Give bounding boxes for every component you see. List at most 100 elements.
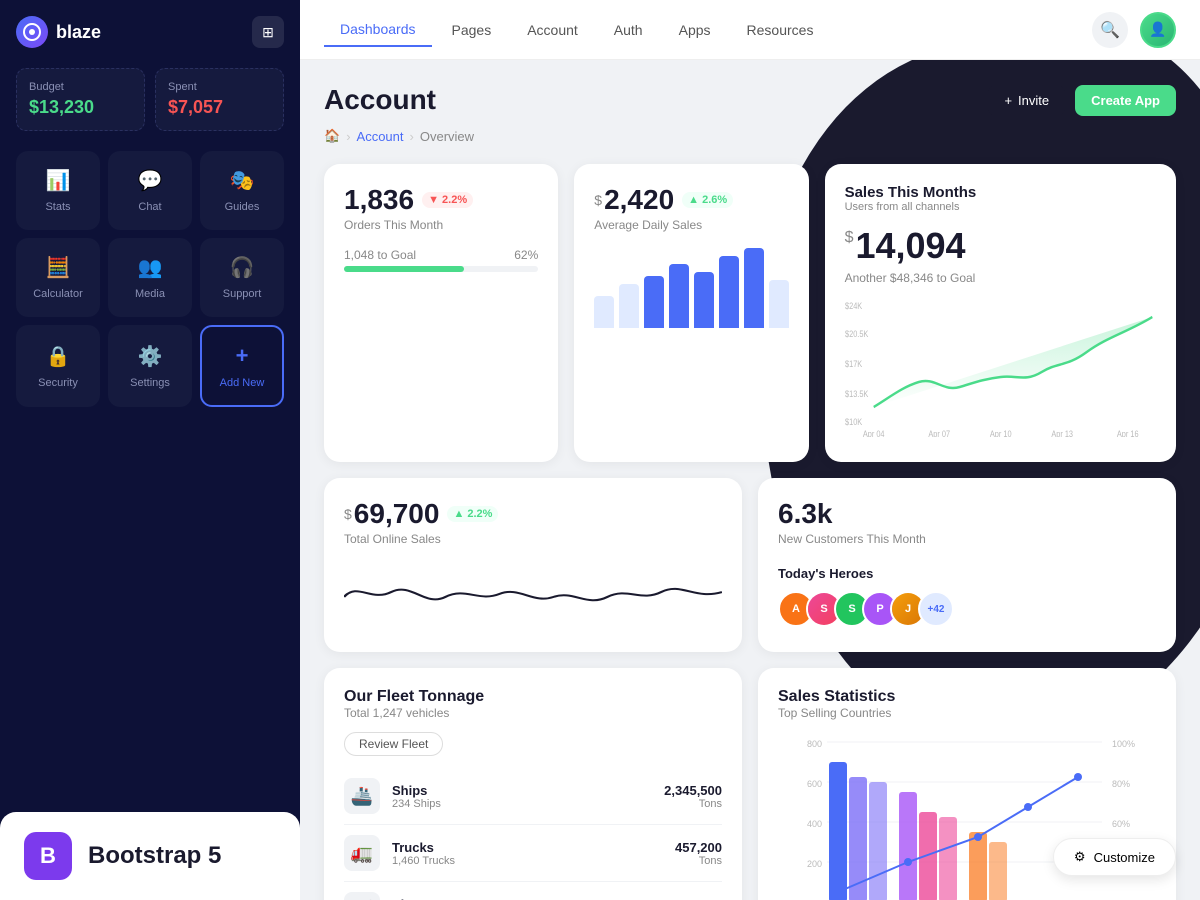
- ships-icon: 🚢: [344, 778, 380, 814]
- sales-goal-text: Another $48,346 to Goal: [845, 271, 1156, 285]
- bar-5: [694, 272, 714, 328]
- search-button[interactable]: 🔍: [1092, 12, 1128, 48]
- spent-amount: $7,057: [168, 97, 271, 118]
- invite-plus-icon: +: [1004, 93, 1012, 108]
- topnav-auth[interactable]: Auth: [598, 14, 659, 46]
- svg-text:80%: 80%: [1112, 779, 1130, 789]
- topnav-resources[interactable]: Resources: [731, 14, 830, 46]
- sidebar-item-calculator[interactable]: 🧮 Calculator: [16, 238, 100, 317]
- media-icon: 👥: [138, 255, 163, 280]
- fleet-row-ships: 🚢 Ships 234 Ships 2,345,500 Tons: [344, 768, 722, 825]
- bar-6: [719, 256, 739, 328]
- daily-sales-number: 2,420: [604, 184, 674, 216]
- budget-row: Budget $13,230 Spent $7,057: [16, 68, 284, 131]
- sidebar-item-settings[interactable]: ⚙️ Settings: [108, 325, 192, 407]
- customize-icon: ⚙: [1074, 849, 1086, 865]
- bar-3: [644, 276, 664, 328]
- spent-card: Spent $7,057: [155, 68, 284, 131]
- sidebar-item-chat[interactable]: 💬 Chat: [108, 151, 192, 230]
- sidebar-item-add-new[interactable]: + Add New: [200, 325, 284, 407]
- planes-icon: ✈️: [344, 892, 380, 900]
- progress-pct: 62%: [514, 248, 538, 262]
- heroes-title: Today's Heroes: [778, 566, 1156, 581]
- fleet-sub: Total 1,247 vehicles: [344, 706, 722, 720]
- online-sales-label: Total Online Sales: [344, 532, 722, 546]
- nav-grid: 📊 Stats 💬 Chat 🎭 Guides 🧮 Calculator 👥 M…: [16, 151, 284, 407]
- fleet-amount-ships: 2,345,500: [664, 783, 722, 798]
- orders-label: Orders This Month: [344, 218, 538, 232]
- sales-big-num: 14,094: [855, 225, 965, 267]
- svg-text:$13.5K: $13.5K: [845, 389, 869, 399]
- fleet-row-trucks: 🚛 Trucks 1,460 Trucks 457,200 Tons: [344, 825, 722, 882]
- daily-sales-badge: ▲ 2.6%: [682, 192, 733, 208]
- bootstrap-text: Bootstrap 5: [88, 842, 221, 870]
- sales-month-card: Sales This Months Users from all channel…: [825, 164, 1176, 462]
- chat-icon: 💬: [138, 168, 163, 193]
- svg-text:$20.5K: $20.5K: [845, 329, 869, 339]
- fleet-amount-trucks: 457,200: [675, 840, 722, 855]
- sales-month-sub: Users from all channels: [845, 201, 1156, 213]
- topnav-dashboards[interactable]: Dashboards: [324, 13, 432, 47]
- sales-dollar: $: [845, 229, 854, 247]
- bootstrap-badge: B Bootstrap 5: [0, 812, 300, 900]
- sidebar-item-media[interactable]: 👥 Media: [108, 238, 192, 317]
- sales-stats-sub: Top Selling Countries: [778, 706, 1156, 720]
- stats-icon: 📊: [46, 168, 71, 193]
- review-fleet-button[interactable]: Review Fleet: [344, 732, 443, 756]
- orders-badge: ▼ 2.2%: [422, 192, 473, 208]
- bar-8: [769, 280, 789, 328]
- second-stats-grid: $ 69,700 ▲ 2.2% Total Online Sales: [324, 478, 1176, 652]
- svg-text:Apr 04: Apr 04: [862, 429, 884, 437]
- svg-text:800: 800: [807, 739, 822, 749]
- progress-bar-fill: [344, 266, 464, 272]
- support-icon: 🎧: [230, 255, 255, 280]
- fleet-row-planes: ✈️ Planes 8 Aircrafts 1,240 Tons: [344, 882, 722, 900]
- online-sales-badge: ▲ 2.2%: [447, 506, 498, 522]
- sales-month-title: Sales This Months: [845, 184, 1156, 201]
- breadcrumb-overview: Overview: [420, 129, 474, 144]
- invite-button[interactable]: + Invite: [988, 85, 1065, 116]
- bar-1: [594, 296, 614, 328]
- online-sales-number: 69,700: [354, 498, 440, 530]
- fleet-amount-planes: 1,240: [689, 897, 722, 900]
- svg-text:Apr 13: Apr 13: [1051, 429, 1073, 437]
- guides-icon: 🎭: [230, 168, 255, 193]
- customize-button[interactable]: ⚙ Customize: [1053, 838, 1176, 876]
- topnav-account[interactable]: Account: [511, 14, 594, 46]
- main-area: Dashboards Pages Account Auth Apps Resou…: [300, 0, 1200, 900]
- online-sales-card: $ 69,700 ▲ 2.2% Total Online Sales: [324, 478, 742, 652]
- create-app-button[interactable]: Create App: [1075, 85, 1176, 116]
- sidebar-item-guides[interactable]: 🎭 Guides: [200, 151, 284, 230]
- guides-label: Guides: [225, 201, 260, 213]
- sidebar-item-support[interactable]: 🎧 Support: [200, 238, 284, 317]
- wave-chart: [344, 562, 722, 632]
- sidebar-menu-button[interactable]: ⊞: [252, 16, 284, 48]
- breadcrumb-account[interactable]: Account: [357, 129, 404, 144]
- chat-label: Chat: [138, 201, 161, 213]
- sidebar-item-stats[interactable]: 📊 Stats: [16, 151, 100, 230]
- fleet-count-ships: 234 Ships: [392, 798, 652, 810]
- content-scroll: Account + Invite Create App 🏠 › Account …: [300, 60, 1200, 900]
- bootstrap-icon: B: [24, 832, 72, 880]
- dollar-prefix: $: [594, 192, 602, 208]
- page-actions: + Invite Create App: [988, 85, 1176, 116]
- logo-icon: [16, 16, 48, 48]
- fleet-name-trucks: Trucks: [392, 840, 663, 855]
- customers-number: 6.3k: [778, 498, 833, 530]
- sales-stats-title: Sales Statistics: [778, 688, 1156, 706]
- topnav-apps[interactable]: Apps: [663, 14, 727, 46]
- line-chart-container: $24K $20.5K $17K $13.5K $10K Apr 04 Apr …: [845, 297, 1156, 442]
- stats-label: Stats: [45, 201, 70, 213]
- avatar-icon: 👤: [1149, 21, 1166, 38]
- svg-text:$17K: $17K: [845, 359, 863, 369]
- menu-icon: ⊞: [262, 24, 274, 41]
- sidebar-item-security[interactable]: 🔒 Security: [16, 325, 100, 407]
- user-avatar[interactable]: 👤: [1140, 12, 1176, 48]
- svg-text:Apr 10: Apr 10: [989, 429, 1011, 437]
- topnav-pages[interactable]: Pages: [436, 14, 508, 46]
- fleet-name-ships: Ships: [392, 783, 652, 798]
- svg-text:400: 400: [807, 819, 822, 829]
- fleet-value-trucks: 457,200 Tons: [675, 840, 722, 867]
- fleet-stats-grid: Our Fleet Tonnage Total 1,247 vehicles R…: [324, 668, 1176, 900]
- fleet-unit-trucks: Tons: [675, 855, 722, 867]
